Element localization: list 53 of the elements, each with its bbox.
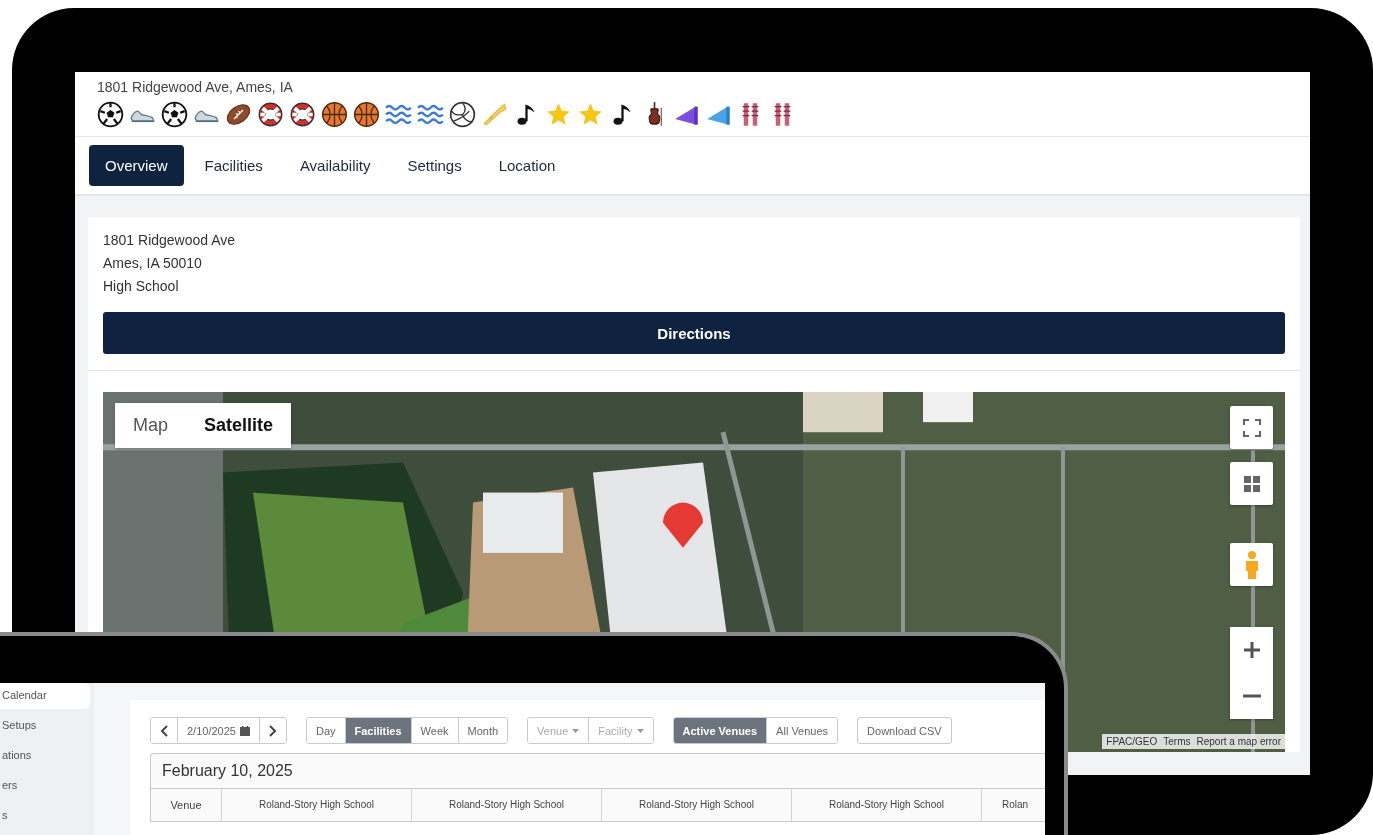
venue-address: 1801 Ridgewood Ave, Ames, IA (97, 78, 293, 96)
column-header: Roland-Story High School (411, 789, 601, 821)
venue-scope-button[interactable]: All Venues (766, 718, 838, 743)
fullscreen-button[interactable] (1230, 406, 1273, 449)
volleyball-icon (449, 101, 476, 128)
caret-icon (636, 728, 644, 733)
address-line: Ames, IA 50010 (103, 254, 202, 273)
map-type-button[interactable]: Map (115, 403, 186, 448)
soccer-ball-icon (97, 101, 124, 128)
column-header: Rolan (981, 789, 1045, 821)
column-header: Roland-Story High School (221, 789, 411, 821)
tab[interactable]: Settings (391, 145, 478, 186)
zoom-in-button[interactable] (1230, 627, 1273, 673)
sidebar-item[interactable]: Setups (0, 713, 90, 739)
column-header: Venue (169, 798, 203, 813)
chevron-right-icon (268, 724, 277, 737)
address-line: High School (103, 277, 179, 296)
layers-button[interactable] (1230, 462, 1273, 505)
sidebar-item[interactable]: ers (0, 773, 90, 799)
sidebar-item[interactable]: ations (0, 743, 90, 769)
life-ring-icon (257, 101, 284, 128)
minus-icon (1242, 694, 1261, 698)
fullscreen-icon (1242, 418, 1261, 437)
grid-icon (1242, 474, 1261, 493)
attribution-link[interactable]: Report a map error (1196, 736, 1281, 747)
attribution-link[interactable]: Terms (1163, 736, 1191, 747)
map-type-button[interactable]: Satellite (186, 403, 292, 448)
soccer-ball-icon (161, 101, 188, 128)
download-csv-button[interactable]: Download CSV (857, 717, 952, 744)
venue-scope-button[interactable]: Active Venues (673, 718, 767, 743)
trumpet-icon (481, 101, 508, 128)
basketball-icon (353, 101, 380, 128)
directions-button[interactable]: Directions (103, 312, 1285, 354)
football-icon (225, 101, 252, 128)
tab[interactable]: Overview (89, 145, 184, 186)
attribution-text: FPAC/GEO (1106, 736, 1158, 747)
tab[interactable]: Availability (283, 145, 387, 186)
tab[interactable]: Location (482, 145, 572, 186)
tab[interactable]: Facilities (188, 145, 279, 186)
chevron-left-icon (160, 724, 168, 737)
sidebar-item[interactable]: s (0, 803, 90, 829)
view-button[interactable]: Facilities (344, 718, 411, 743)
column-header: Roland-Story High School (791, 789, 981, 821)
sidebar-item[interactable]: Calendar (0, 683, 90, 709)
view-button[interactable]: Month (457, 718, 508, 743)
column-header: Roland-Story High School (601, 789, 791, 821)
next-day-button[interactable] (258, 718, 286, 743)
life-ring-icon (289, 101, 316, 128)
caret-icon (572, 728, 580, 733)
plus-icon (1242, 641, 1261, 659)
address-line: 1801 Ridgewood Ave (103, 231, 236, 250)
basketball-icon (321, 101, 348, 128)
calendar-icon (239, 725, 250, 736)
